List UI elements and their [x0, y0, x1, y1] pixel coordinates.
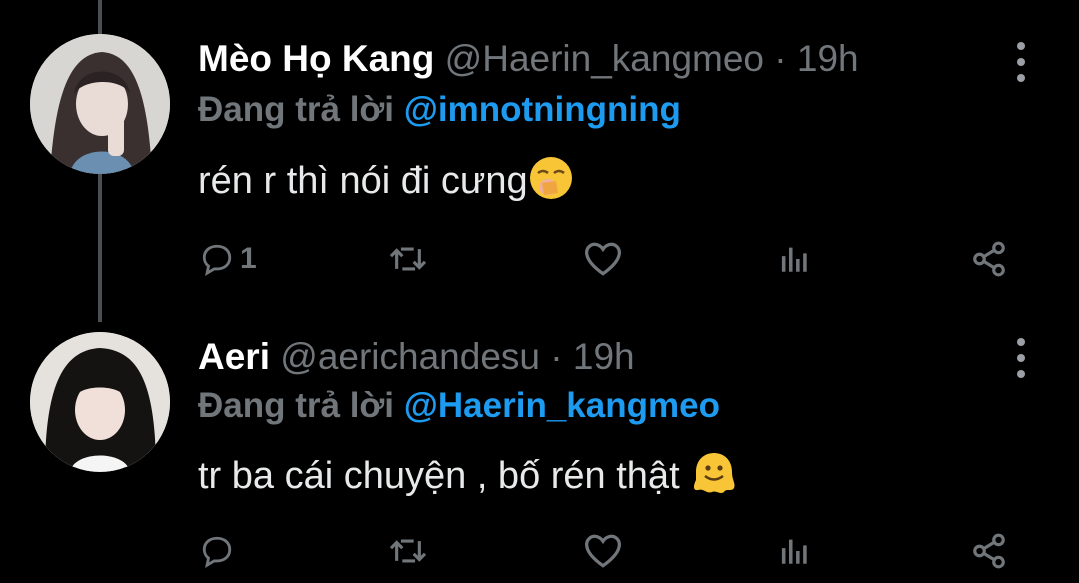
avatar[interactable]	[30, 34, 170, 174]
reply-context: Đang trả lời @imnotningning	[198, 90, 681, 130]
timestamp[interactable]: 19h	[797, 38, 859, 79]
reply-prefix: Đang trả lời	[198, 386, 395, 425]
retweet-icon	[389, 539, 427, 563]
separator: ·	[550, 336, 563, 377]
reply-prefix: Đang trả lời	[198, 90, 395, 129]
more-options-icon[interactable]	[1008, 40, 1034, 84]
heart-icon	[584, 534, 622, 568]
reply-context: Đang trả lời @Haerin_kangmeo	[198, 386, 720, 426]
reply-button[interactable]: 1	[200, 234, 257, 284]
like-button[interactable]	[583, 526, 623, 576]
reply-mention[interactable]: @imnotningning	[404, 90, 681, 129]
display-name[interactable]: Mèo Họ Kang	[198, 38, 434, 79]
share-button[interactable]	[970, 526, 1008, 576]
reply-button[interactable]	[200, 526, 240, 576]
more-options-icon[interactable]	[1008, 336, 1034, 380]
tweet-2[interactable]: Aeri @aerichandesu · 19h Đang trả lời @H…	[0, 300, 1079, 583]
analytics-icon	[781, 247, 807, 272]
like-button[interactable]	[583, 234, 623, 284]
retweet-button[interactable]	[388, 526, 428, 576]
share-button[interactable]	[970, 234, 1008, 284]
heart-icon	[584, 242, 622, 276]
reply-count: 1	[240, 242, 257, 275]
tweet-text: tr ba cái chuyện , bố rén thật	[198, 450, 738, 506]
display-name[interactable]: Aeri	[198, 336, 270, 377]
tweet-header: Mèo Họ Kang @Haerin_kangmeo · 19h	[198, 38, 859, 80]
user-handle[interactable]: @aerichandesu	[280, 336, 540, 377]
tweet-body: tr ba cái chuyện , bố rén thật	[198, 455, 680, 498]
tweet-body: rén r thì nói đi cưng	[198, 160, 528, 203]
retweet-button[interactable]	[388, 234, 428, 284]
tweet-actions	[190, 526, 1030, 576]
tweet-actions: 1	[190, 234, 1030, 284]
reply-mention[interactable]: @Haerin_kangmeo	[404, 386, 720, 425]
tweet-1[interactable]: Mèo Họ Kang @Haerin_kangmeo · 19h Đang t…	[0, 0, 1079, 300]
analytics-button[interactable]	[778, 526, 812, 576]
analytics-button[interactable]	[778, 234, 812, 284]
analytics-icon	[781, 539, 807, 564]
reply-icon	[202, 536, 232, 568]
avatar[interactable]	[30, 332, 170, 472]
timestamp[interactable]: 19h	[573, 336, 635, 377]
retweet-icon	[389, 247, 427, 271]
yawning-face-emoji-icon	[528, 155, 574, 211]
share-icon	[973, 241, 1005, 277]
share-icon	[973, 533, 1005, 569]
reply-icon	[202, 244, 232, 276]
separator: ·	[774, 38, 787, 79]
tweet-text: rén r thì nói đi cưng	[198, 155, 574, 211]
tweet-header: Aeri @aerichandesu · 19h	[198, 336, 635, 378]
melting-face-emoji-icon	[690, 450, 738, 506]
user-handle[interactable]: @Haerin_kangmeo	[445, 38, 764, 79]
